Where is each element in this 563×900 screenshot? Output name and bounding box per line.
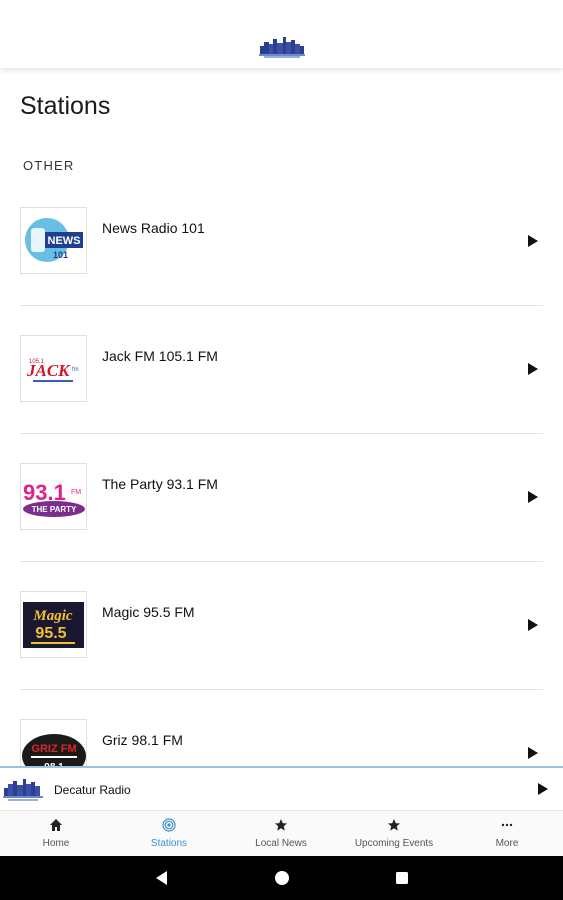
decatur-radio-thumb-icon [0,770,46,810]
tab-stations[interactable]: Stations [113,811,225,857]
mini-player-title: Decatur Radio [54,783,131,797]
svg-text:FM: FM [71,489,81,496]
svg-text:101: 101 [53,250,68,260]
home-icon [49,818,63,832]
play-icon[interactable] [537,782,549,796]
svg-text:GRIZ FM: GRIZ FM [31,743,76,755]
play-icon[interactable] [527,234,539,248]
home-circle-icon[interactable] [274,870,290,886]
tab-more[interactable]: More [451,811,563,857]
tab-label: Home [42,838,70,849]
svg-text:Magic: Magic [32,608,73,624]
app-header [0,0,563,68]
station-row-magic[interactable]: Magic 95.5 Magic 95.5 FM [20,562,543,690]
station-row-jack-fm[interactable]: 105.1 JACK fm Jack FM 105.1 FM [20,306,543,434]
station-name: Magic 95.5 FM [102,604,195,620]
tab-upcoming-events[interactable]: Upcoming Events [338,811,450,857]
bottom-tab-bar: Home Stations Local News Upcoming Events [0,810,563,856]
svg-text:JACK: JACK [26,361,71,380]
station-name: Griz 98.1 FM [102,732,183,748]
mini-player[interactable]: Decatur Radio [0,766,563,810]
radio-waves-icon [162,818,176,832]
jack-fm-logo-icon: 105.1 JACK fm [20,335,87,402]
play-icon[interactable] [527,746,539,760]
more-dots-icon [500,818,514,832]
station-row-news-radio-101[interactable]: NEWS 101 News Radio 101 [20,178,543,306]
star-icon [274,818,288,832]
tab-home[interactable]: Home [0,811,112,857]
play-icon[interactable] [527,490,539,504]
tab-label: Upcoming Events [354,838,434,849]
griz-logo-icon: GRIZ FM 98.1 [20,719,87,768]
star-icon [387,818,401,832]
svg-text:fm: fm [72,367,79,373]
page-title: Stations [20,92,111,120]
the-party-logo-icon: 93.1 FM THE PARTY [20,463,87,530]
station-list: NEWS 101 News Radio 101 105.1 JACK fm Ja… [0,178,563,768]
tab-label: Local News [255,838,307,849]
station-row-griz[interactable]: GRIZ FM 98.1 Griz 98.1 FM [20,690,543,768]
svg-text:95.5: 95.5 [35,625,66,642]
svg-text:NEWS: NEWS [48,235,81,247]
decatur-radio-logo-icon[interactable] [258,34,306,60]
play-icon[interactable] [527,618,539,632]
tab-label: More [495,838,519,849]
news-radio-logo-icon: NEWS 101 [20,207,87,274]
recents-square-icon[interactable] [394,870,410,886]
tab-local-news[interactable]: Local News [225,811,337,857]
back-icon[interactable] [154,870,170,886]
station-name: Jack FM 105.1 FM [102,348,218,364]
svg-text:THE PARTY: THE PARTY [32,505,77,514]
station-row-the-party[interactable]: 93.1 FM THE PARTY The Party 93.1 FM [20,434,543,562]
magic-logo-icon: Magic 95.5 [20,591,87,658]
section-label-other: OTHER [23,158,75,173]
station-name: The Party 93.1 FM [102,476,218,492]
tab-label: Stations [150,838,188,849]
station-name: News Radio 101 [102,220,205,236]
system-navigation-bar [0,856,563,900]
play-icon[interactable] [527,362,539,376]
